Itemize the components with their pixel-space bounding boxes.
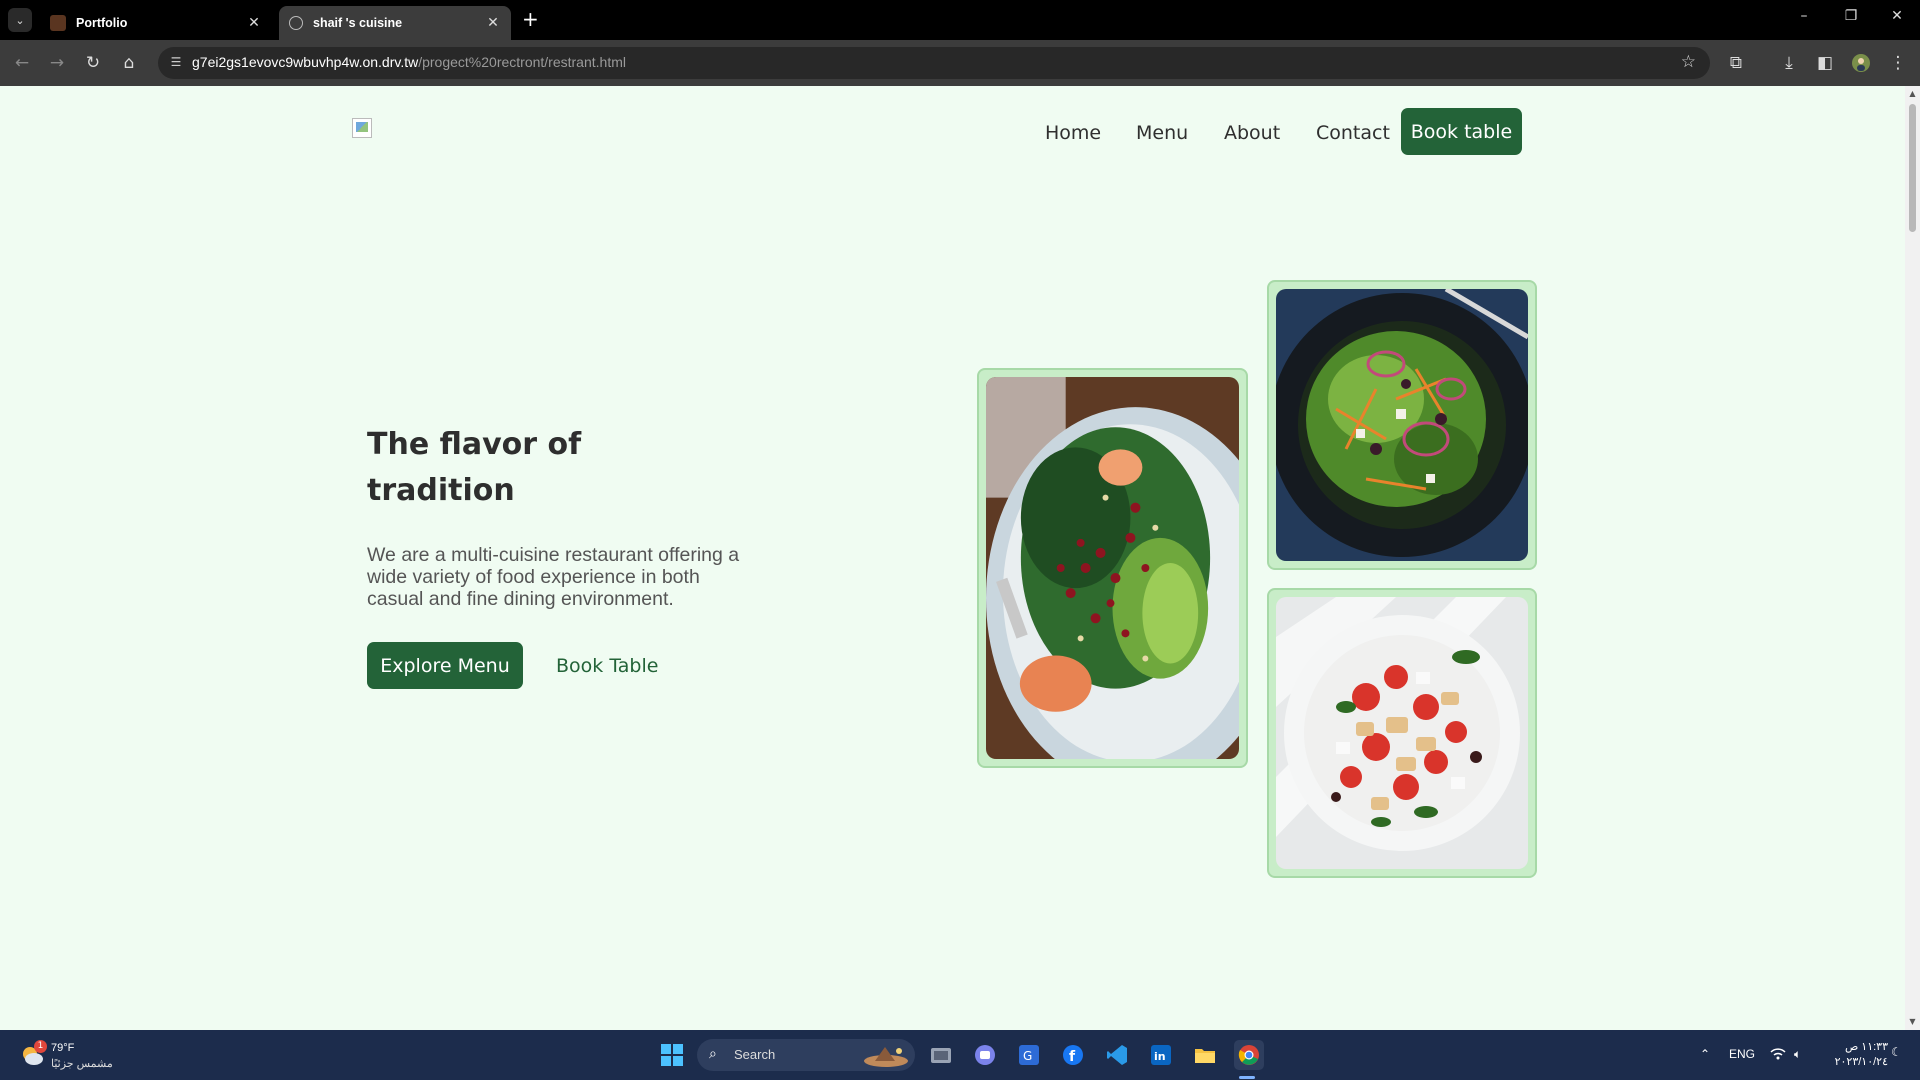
facebook-icon[interactable]: f — [1058, 1040, 1088, 1070]
nav-menu-link[interactable]: Menu — [1136, 122, 1188, 144]
address-bar[interactable]: ☰ g7ei2gs1evovc9wbuvhp4w.on.drv.tw/proge… — [158, 47, 1710, 79]
download-icon[interactable]: ⤓ — [1777, 51, 1801, 75]
globe-icon — [289, 16, 303, 30]
hero-title-line-2: tradition — [367, 473, 515, 508]
tab-title: Portfolio — [76, 16, 128, 30]
translate-app-icon[interactable]: G — [1014, 1040, 1044, 1070]
tomato-salad-image — [1276, 597, 1528, 869]
page-scrollbar[interactable]: ▲ ▼ — [1905, 86, 1920, 1030]
clock-date: ٢٠٢٣/١٠/٢٤ — [1834, 1056, 1888, 1068]
browser-tab-bar: ⌄ Portfolio ✕ shaif 's cuisine ✕ + – ❐ ✕ — [0, 0, 1920, 40]
forward-arrow-icon[interactable]: → — [45, 51, 69, 75]
hero-title-line-1: The flavor of — [367, 427, 582, 462]
nav-about-link[interactable]: About — [1224, 122, 1280, 144]
close-icon[interactable]: ✕ — [246, 15, 262, 31]
explore-menu-button[interactable]: Explore Menu — [367, 642, 523, 689]
weather-notification-badge: 1 — [34, 1040, 47, 1053]
url-text[interactable]: g7ei2gs1evovc9wbuvhp4w.on.drv.tw/progect… — [192, 54, 626, 70]
bowl-salad-image — [1276, 289, 1528, 561]
windows-start-icon[interactable] — [657, 1040, 687, 1070]
linkedin-icon[interactable]: in — [1146, 1040, 1176, 1070]
minimize-icon[interactable]: – — [1789, 8, 1819, 24]
nav-home-link[interactable]: Home — [1045, 122, 1101, 144]
tab-portfolio[interactable]: Portfolio ✕ — [40, 6, 272, 40]
nav-contact-link[interactable]: Contact — [1316, 122, 1390, 144]
book-table-link[interactable]: Book Table — [556, 655, 658, 677]
windows-taskbar: 1 79°F مشمس جزئيًا ⌕ Search G f in ⌃ ENG… — [0, 1030, 1920, 1080]
browser-toolbar: ← → ↻ ⌂ ☰ g7ei2gs1evovc9wbuvhp4w.on.drv.… — [0, 40, 1920, 86]
extensions-icon[interactable]: ⧉ — [1724, 51, 1748, 75]
search-label: Search — [734, 1047, 776, 1062]
weather-description[interactable]: مشمس جزئيًا — [51, 1057, 113, 1070]
file-explorer-icon[interactable] — [1190, 1040, 1220, 1070]
broken-logo-image[interactable] — [352, 118, 372, 138]
reload-icon[interactable]: ↻ — [81, 51, 105, 75]
weather-temperature[interactable]: 79°F — [51, 1042, 74, 1054]
search-highlight-art-icon — [864, 1047, 908, 1067]
volume-icon[interactable]: 🔈︎ — [1794, 1047, 1801, 1062]
close-icon[interactable]: ✕ — [485, 15, 501, 31]
wifi-icon[interactable] — [1770, 1047, 1786, 1064]
side-panel-icon[interactable]: ◧ — [1813, 51, 1837, 75]
profile-avatar-icon[interactable] — [1849, 51, 1873, 75]
language-indicator[interactable]: ENG — [1729, 1047, 1755, 1061]
vscode-icon[interactable] — [1102, 1040, 1132, 1070]
site-info-icon[interactable]: ☰ — [168, 55, 184, 71]
salad-photo-frame-2 — [1267, 280, 1537, 570]
taskbar-search-box[interactable]: ⌕ Search — [697, 1039, 915, 1071]
svg-text:in: in — [1154, 1050, 1166, 1063]
salad-photo-frame-1 — [977, 368, 1248, 768]
home-icon[interactable]: ⌂ — [117, 51, 141, 75]
task-view-icon[interactable] — [926, 1040, 956, 1070]
back-arrow-icon[interactable]: ← — [10, 51, 34, 75]
pomegranate-salad-image — [986, 377, 1239, 759]
hero-title: The flavor of tradition — [367, 422, 707, 514]
active-app-indicator — [1239, 1076, 1255, 1079]
chrome-icon[interactable] — [1234, 1040, 1264, 1070]
scroll-up-arrow-icon[interactable]: ▲ — [1908, 90, 1917, 98]
window-close-icon[interactable]: ✕ — [1882, 8, 1912, 24]
salad-photo-frame-3 — [1267, 588, 1537, 878]
scroll-down-arrow-icon[interactable]: ▼ — [1908, 1018, 1917, 1026]
tab-search-button[interactable]: ⌄ — [8, 8, 32, 32]
clock-time: ١١:٣٣ ص — [1844, 1041, 1888, 1053]
show-hidden-icons-chevron-icon[interactable]: ⌃ — [1700, 1047, 1710, 1061]
scrollbar-thumb[interactable] — [1909, 104, 1916, 232]
kebab-menu-icon[interactable]: ⋮ — [1886, 51, 1910, 75]
search-icon: ⌕ — [709, 1046, 717, 1062]
hero-description: We are a multi-cuisine restaurant offeri… — [367, 544, 740, 610]
new-tab-plus-icon[interactable]: + — [522, 9, 539, 29]
tab-title: shaif 's cuisine — [313, 16, 403, 30]
tab-shaif-cuisine[interactable]: shaif 's cuisine ✕ — [279, 6, 511, 40]
teams-chat-icon[interactable] — [970, 1040, 1000, 1070]
system-clock[interactable]: ١١:٣٣ ص ٢٠٢٣/١٠/٢٤ — [1822, 1040, 1888, 1070]
svg-text:G: G — [1023, 1049, 1032, 1063]
notification-moon-icon[interactable]: ☾ — [1891, 1045, 1902, 1059]
portfolio-favicon-icon — [50, 15, 66, 31]
bookmark-star-icon[interactable]: ☆ — [1681, 52, 1696, 72]
svg-text:f: f — [1069, 1049, 1076, 1065]
book-table-nav-button[interactable]: Book table — [1401, 108, 1522, 155]
page-viewport: Home Menu About Contact Book table The f… — [0, 86, 1905, 1030]
restore-icon[interactable]: ❐ — [1836, 8, 1866, 24]
